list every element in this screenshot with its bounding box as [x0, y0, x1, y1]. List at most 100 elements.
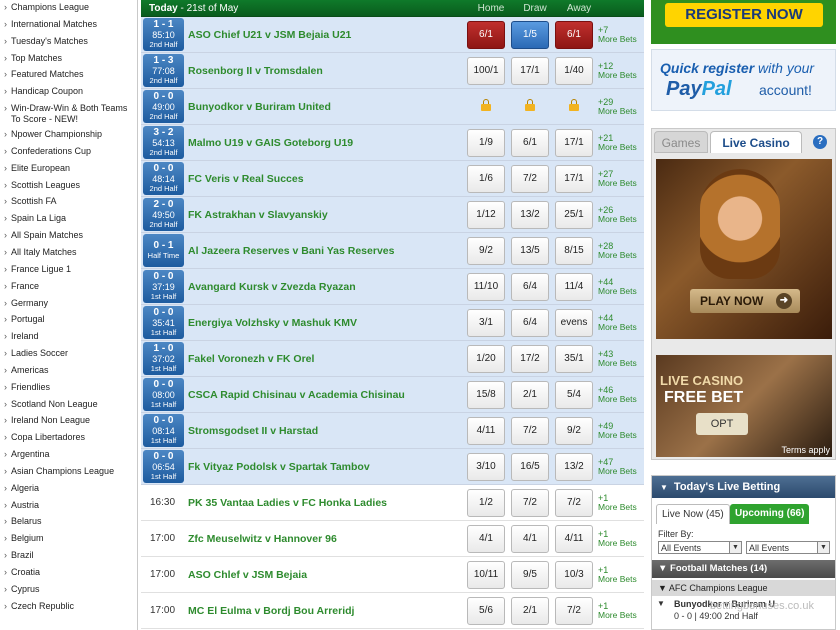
match-row[interactable]: 17:00 Zfc Meuselwitz v Hannover 96 4/1 4/1 4… — [141, 521, 644, 557]
match-name[interactable]: ASO Chlef v JSM Bejaia — [184, 569, 461, 581]
match-name[interactable]: PK 35 Vantaa Ladies v FC Honka Ladies — [184, 497, 461, 509]
draw-odds-button[interactable]: 13/2 — [511, 200, 549, 229]
sidebar-item[interactable]: › Portugal — [0, 312, 137, 329]
away-odds-button[interactable]: 7/2 — [555, 596, 593, 625]
more-bets-link[interactable]: +1 More Bets — [593, 601, 638, 620]
home-odds-button[interactable]: 3/10 — [467, 452, 505, 481]
more-bets-link[interactable]: +44 More Bets — [593, 277, 638, 296]
more-bets-link[interactable]: +44 More Bets — [593, 313, 638, 332]
sidebar-item[interactable]: › Scotland Non League — [0, 397, 137, 414]
away-odds-button[interactable]: 6/1 — [555, 20, 593, 49]
away-odds-button[interactable]: 8/15 — [555, 236, 593, 265]
sidebar-item[interactable]: › All Spain Matches — [0, 228, 137, 245]
more-bets-link[interactable]: +1 More Bets — [593, 529, 638, 548]
away-odds-button[interactable]: 17/1 — [555, 164, 593, 193]
opt-in-button[interactable]: OPT — [696, 413, 748, 435]
home-odds-button[interactable]: 6/1 — [467, 20, 505, 49]
match-name[interactable]: Malmo U19 v GAIS Goteborg U19 — [184, 137, 461, 149]
draw-odds-button[interactable]: 2/1 — [511, 596, 549, 625]
sidebar-item[interactable]: › Americas — [0, 363, 137, 380]
more-bets-link[interactable]: +12 More Bets — [593, 61, 638, 80]
away-odds-button[interactable]: 35/1 — [555, 344, 593, 373]
away-odds-button[interactable]: evens — [555, 308, 593, 337]
sidebar-item[interactable]: › Ireland Non League — [0, 413, 137, 430]
more-bets-link[interactable]: +1 More Bets — [593, 493, 638, 512]
match-name[interactable]: Zfc Meuselwitz v Hannover 96 — [184, 533, 461, 545]
home-odds-button[interactable]: 4/11 — [467, 416, 505, 445]
draw-odds-button[interactable]: 2/1 — [511, 380, 549, 409]
sidebar-item[interactable]: › Champions League — [0, 0, 137, 17]
filter-select-2[interactable]: All Events ▼ — [746, 541, 830, 554]
match-row[interactable]: 0 - 0 06:54 1st Half Fk Vityaz Podolsk v Sp… — [141, 449, 644, 485]
play-now-button[interactable]: PLAY NOW ➜ — [690, 289, 800, 313]
draw-odds-button[interactable]: 17/2 — [511, 344, 549, 373]
sidebar-item[interactable]: › Croatia — [0, 565, 137, 582]
terms-link[interactable]: Terms apply — [781, 445, 830, 455]
away-odds-button[interactable]: 7/2 — [555, 488, 593, 517]
away-odds-button[interactable]: 17/1 — [555, 128, 593, 157]
sidebar-item[interactable]: › Czech Republic — [0, 599, 137, 616]
sidebar-item[interactable]: › France — [0, 279, 137, 296]
draw-odds-button[interactable]: 13/5 — [511, 236, 549, 265]
away-odds-button[interactable]: 13/2 — [555, 452, 593, 481]
home-odds-button[interactable]: 11/10 — [467, 272, 505, 301]
home-odds-button[interactable]: 1/20 — [467, 344, 505, 373]
draw-odds-button[interactable]: 17/1 — [511, 56, 549, 85]
more-bets-link[interactable]: +47 More Bets — [593, 457, 638, 476]
match-name[interactable]: Al Jazeera Reserves v Bani Yas Reserves — [184, 245, 461, 257]
match-name[interactable]: CSCA Rapid Chisinau v Academia Chisinau — [184, 389, 461, 401]
match-row[interactable]: 2 - 0 49:50 2nd Half FK Astrakhan v Slavyan… — [141, 197, 644, 233]
draw-odds-button[interactable]: 1/5 — [511, 20, 549, 49]
draw-odds-button[interactable]: 7/2 — [511, 164, 549, 193]
match-row[interactable]: 0 - 0 35:41 1st Half Energiya Volzhsky v Ma… — [141, 305, 644, 341]
match-name[interactable]: Rosenborg II v Tromsdalen — [184, 65, 461, 77]
sidebar-item[interactable]: › Tuesday's Matches — [0, 34, 137, 51]
tab-live-now[interactable]: Live Now (45) — [656, 504, 730, 524]
away-odds-button[interactable]: 5/4 — [555, 380, 593, 409]
home-odds-button[interactable]: 9/2 — [467, 236, 505, 265]
football-matches-header[interactable]: ▼ Football Matches (14) — [652, 560, 835, 578]
match-name[interactable]: FC Veris v Real Succes — [184, 173, 461, 185]
more-bets-link[interactable]: +43 More Bets — [593, 349, 638, 368]
match-name[interactable]: MC El Eulma v Bordj Bou Arreridj — [184, 605, 461, 617]
sidebar-item[interactable]: › Algeria — [0, 481, 137, 498]
home-odds-button[interactable]: 3/1 — [467, 308, 505, 337]
tab-games[interactable]: Games — [654, 131, 708, 153]
match-row[interactable]: 17:00 ASO Chlef v JSM Bejaia 10/11 9/5 10/3 +… — [141, 557, 644, 593]
draw-odds-button[interactable]: 6/4 — [511, 272, 549, 301]
sidebar-item[interactable]: › Austria — [0, 498, 137, 515]
sidebar-item[interactable]: › Belarus — [0, 514, 137, 531]
sidebar-item[interactable]: › Friendlies — [0, 380, 137, 397]
away-odds-button[interactable]: 11/4 — [555, 272, 593, 301]
home-odds-button[interactable]: 4/1 — [467, 524, 505, 553]
home-odds-button[interactable]: 1/6 — [467, 164, 505, 193]
draw-odds-button[interactable]: 7/2 — [511, 416, 549, 445]
more-bets-link[interactable]: +28 More Bets — [593, 241, 638, 260]
sidebar-item[interactable]: › Spain La Liga — [0, 211, 137, 228]
match-row[interactable]: 1 - 1 85:10 2nd Half ASO Chief U21 v JSM Be… — [141, 17, 644, 53]
sidebar-item[interactable]: › Ladies Soccer — [0, 346, 137, 363]
draw-odds-button[interactable]: 9/5 — [511, 560, 549, 589]
live-casino-promo[interactable]: PLAY NOW ➜ — [656, 159, 832, 339]
home-odds-button[interactable]: 1/9 — [467, 128, 505, 157]
sidebar-item[interactable]: › Scottish Leagues — [0, 178, 137, 195]
tab-upcoming[interactable]: Upcoming (66) — [730, 504, 810, 524]
match-row[interactable]: 0 - 0 48:14 2nd Half FC Veris v Real Succes… — [141, 161, 644, 197]
draw-odds-button[interactable]: 7/2 — [511, 488, 549, 517]
match-name[interactable]: ASO Chief U21 v JSM Bejaia U21 — [184, 29, 461, 41]
away-odds-button[interactable]: 25/1 — [555, 200, 593, 229]
match-name[interactable]: FK Astrakhan v Slavyanskiy — [184, 209, 461, 221]
match-row[interactable]: 17:00 MC El Eulma v Bordj Bou Arreridj 5/6… — [141, 593, 644, 629]
sidebar-item[interactable]: › Argentina — [0, 447, 137, 464]
more-bets-link[interactable]: +7 More Bets — [593, 25, 638, 44]
afc-league-header[interactable]: ▼ AFC Champions League — [652, 580, 835, 596]
sidebar-item[interactable]: › Scottish FA — [0, 194, 137, 211]
away-odds-button[interactable]: 10/3 — [555, 560, 593, 589]
sidebar-item[interactable]: › Asian Champions League — [0, 464, 137, 481]
sidebar-item[interactable]: › Germany — [0, 296, 137, 313]
sidebar-item[interactable]: › Ireland — [0, 329, 137, 346]
away-odds-button[interactable]: 1/40 — [555, 56, 593, 85]
sidebar-item[interactable]: › Featured Matches — [0, 67, 137, 84]
sidebar-item[interactable]: › Belgium — [0, 531, 137, 548]
home-odds-button[interactable]: 1/12 — [467, 200, 505, 229]
